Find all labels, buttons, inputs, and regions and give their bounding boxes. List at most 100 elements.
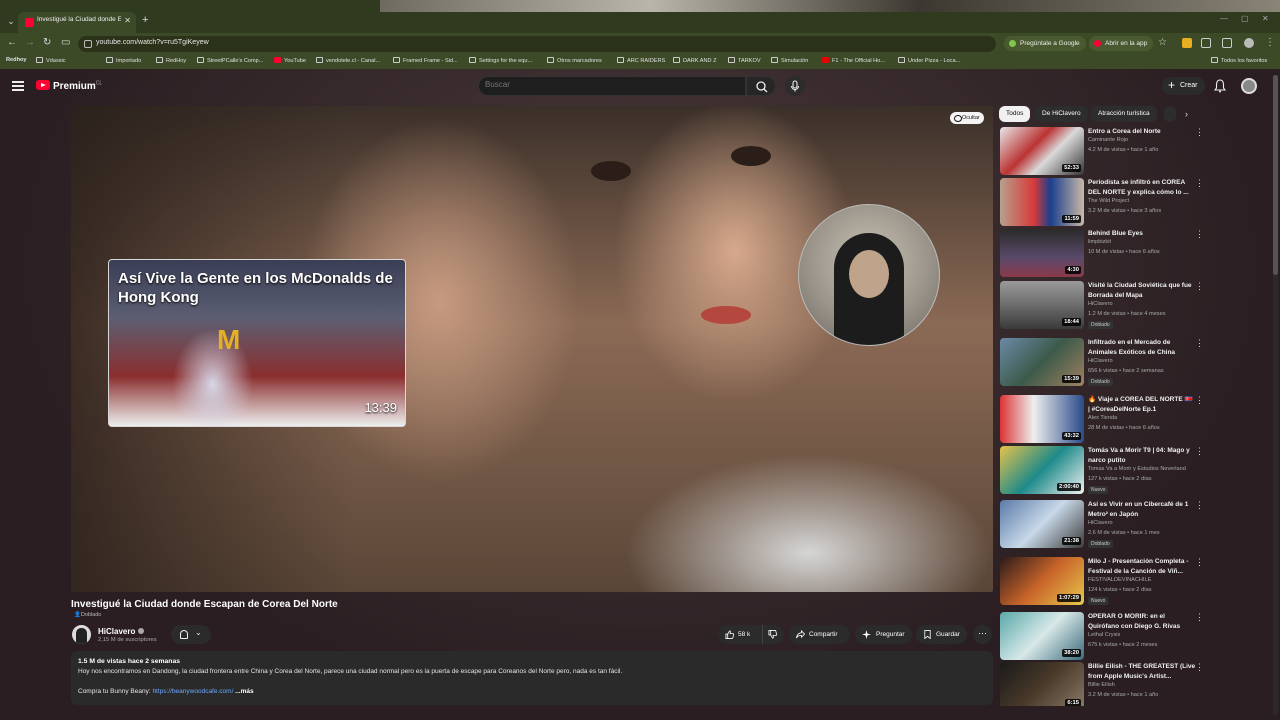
ask-google-button[interactable]: Pregúntale a Google <box>1004 36 1086 51</box>
site-info-icon[interactable] <box>84 40 92 48</box>
youtube-premium-logo[interactable]: PremiumCL <box>36 80 102 92</box>
video-thumbnail[interactable]: 15:39 <box>1000 338 1084 386</box>
search-input[interactable] <box>485 80 735 89</box>
recommended-video[interactable]: 52:33 Entro a Corea del Norte Caminante Ro… <box>1000 127 1205 179</box>
ask-button[interactable]: Preguntar <box>855 625 912 644</box>
video-title[interactable]: Infiltrado en el Mercado de Animales Exó… <box>1088 338 1196 357</box>
video-channel[interactable]: HiClavero <box>1088 301 1113 307</box>
maximize-icon[interactable]: ▢ <box>1241 14 1249 23</box>
video-title[interactable]: Behind Blue Eyes <box>1088 229 1196 239</box>
bookmark-item[interactable]: F1 - The Official Ho... <box>822 57 885 64</box>
video-thumbnail[interactable]: 21:38 <box>1000 500 1084 548</box>
chip-partial[interactable] <box>1164 106 1176 122</box>
extensions-puzzle-icon[interactable] <box>1201 38 1211 48</box>
subscription-notifications-button[interactable]: ⌄ <box>171 625 211 644</box>
video-channel[interactable]: FESTIVALDEVINACHILE <box>1088 577 1151 583</box>
more-options-icon[interactable]: ⋮ <box>1195 558 1204 567</box>
more-options-icon[interactable]: ⋮ <box>1195 501 1204 510</box>
more-options-icon[interactable]: ⋮ <box>1195 663 1204 672</box>
close-tab-icon[interactable]: ✕ <box>124 16 131 25</box>
search-button[interactable] <box>746 76 776 96</box>
video-title[interactable]: Entro a Corea del Norte <box>1088 127 1196 137</box>
recommended-video[interactable]: 11:59 Periodista se infiltró en COREA DEL… <box>1000 178 1205 230</box>
more-options-icon[interactable]: ⋮ <box>1195 179 1204 188</box>
share-button[interactable]: Compartir <box>789 625 850 644</box>
video-thumbnail[interactable]: 18:44 <box>1000 281 1084 329</box>
video-title[interactable]: Visité la Ciudad Soviética que fue Borra… <box>1088 281 1196 300</box>
video-player[interactable]: Ocultar M Así Vive la Gente en los McDon… <box>71 106 993 592</box>
chevron-right-icon[interactable]: › <box>1185 109 1188 119</box>
endscreen-video-card[interactable]: M Así Vive la Gente en los McDonalds de … <box>108 259 406 427</box>
video-thumbnail[interactable]: 4:30 <box>1000 229 1084 277</box>
forward-icon[interactable]: → <box>25 37 35 48</box>
notifications-bell-icon[interactable] <box>1214 79 1226 93</box>
bookmark-folder[interactable]: TARKOV <box>728 57 761 64</box>
page-scrollbar[interactable] <box>1273 75 1278 715</box>
downloads-icon[interactable] <box>1222 38 1232 48</box>
video-channel[interactable]: Tomas Va a Morir y Estudios Neverland <box>1088 466 1186 472</box>
recommended-video[interactable]: 1:07:29 Milo J - Presentación Completa - … <box>1000 557 1205 609</box>
video-thumbnail[interactable]: 38:20 <box>1000 612 1084 660</box>
new-tab-icon[interactable]: + <box>142 14 148 26</box>
close-window-icon[interactable]: ✕ <box>1262 14 1269 23</box>
video-title[interactable]: Billie Eilish - THE GREATEST (Live from … <box>1088 662 1196 681</box>
bookmark-item[interactable]: StreetPCalle's Comp... <box>197 57 263 64</box>
save-button[interactable]: Guardar <box>916 625 967 644</box>
bookmark-item[interactable]: Under Pizza - Loca... <box>898 57 960 64</box>
profile-avatar-icon[interactable] <box>1244 38 1254 48</box>
create-button[interactable]: Crear <box>1162 76 1205 95</box>
dislike-button[interactable] <box>762 625 784 644</box>
video-channel[interactable]: Billie Eilish <box>1088 682 1115 688</box>
video-thumbnail[interactable]: 43:32 <box>1000 395 1084 443</box>
recommended-video[interactable]: 6:15 Billie Eilish - THE GREATEST (Live f… <box>1000 662 1205 706</box>
more-actions-icon[interactable]: ⋯ <box>973 625 992 644</box>
recommended-video[interactable]: 15:39 Infiltrado en el Mercado de Animale… <box>1000 338 1205 390</box>
video-channel[interactable]: HiClavero <box>1088 358 1113 364</box>
account-avatar[interactable] <box>1241 78 1257 94</box>
more-options-icon[interactable]: ⋮ <box>1195 128 1204 137</box>
video-thumbnail[interactable]: 2:00:40 <box>1000 446 1084 494</box>
like-button[interactable]: 58 k <box>718 625 762 644</box>
channel-name[interactable]: HiClavero <box>98 627 145 636</box>
video-title[interactable]: Milo J - Presentación Completa - Festiva… <box>1088 557 1196 576</box>
video-thumbnail[interactable]: 11:59 <box>1000 178 1084 226</box>
bookmark-item[interactable]: vendotele.cl - Canal... <box>316 57 380 64</box>
bookmark-folder[interactable]: Importado <box>106 57 141 64</box>
bookmark-star-icon[interactable]: ☆ <box>1158 37 1167 48</box>
promo-link[interactable]: https://beanywoodcafe.com/ <box>152 688 233 695</box>
video-channel[interactable]: Lethal Crysis <box>1088 632 1120 638</box>
side-panel-icon[interactable]: ▭ <box>61 37 70 48</box>
recommended-video[interactable]: 4:30 Behind Blue Eyes limpbizkit 10 M de vi… <box>1000 229 1205 281</box>
video-channel[interactable]: HiClavero <box>1088 520 1113 526</box>
video-title[interactable]: OPERAR O MORIR: en el Quirófano con Dieg… <box>1088 612 1196 631</box>
bookmark-item[interactable]: Settings for the equ... <box>469 57 532 64</box>
bookmark-item[interactable]: Framed Frame - Sid... <box>393 57 458 64</box>
menu-icon[interactable] <box>12 81 24 93</box>
chip-tourist-attraction[interactable]: Atracción turística <box>1091 106 1157 122</box>
video-channel[interactable]: Caminante Rojo <box>1088 137 1128 143</box>
video-thumbnail[interactable]: 6:15 <box>1000 662 1084 706</box>
bookmark-folder[interactable]: RedHoy <box>156 57 186 64</box>
open-in-app-button[interactable]: Abrir en la app <box>1089 36 1154 51</box>
bookmark-item[interactable]: Vdassic <box>36 57 66 64</box>
bookmark-folder[interactable]: Otros marcadores <box>547 57 602 64</box>
recommended-video[interactable]: 18:44 Visité la Ciudad Soviética que fue … <box>1000 281 1205 333</box>
video-thumbnail[interactable]: 52:33 <box>1000 127 1084 175</box>
video-thumbnail[interactable]: 1:07:29 <box>1000 557 1084 605</box>
voice-search-button[interactable] <box>785 76 805 96</box>
bookmark-folder[interactable]: DARK AND Z <box>673 57 717 64</box>
bookmark-item[interactable]: YouTube <box>274 57 306 64</box>
endscreen-channel-subscribe[interactable] <box>798 204 940 346</box>
video-channel[interactable]: The Wild Project <box>1088 198 1129 204</box>
chip-all[interactable]: Todos <box>999 106 1031 122</box>
video-channel[interactable]: limpbizkit <box>1088 239 1111 245</box>
video-title[interactable]: Así es Vivir en un Cibercafé de 1 Metro²… <box>1088 500 1196 519</box>
recommended-video[interactable]: 21:38 Así es Vivir en un Cibercafé de 1 M… <box>1000 500 1205 552</box>
show-more-button[interactable]: ...más <box>233 688 253 695</box>
extension-icon[interactable] <box>1182 38 1192 48</box>
more-options-icon[interactable]: ⋮ <box>1195 613 1204 622</box>
video-title[interactable]: Tomás Va a Morir T9 | 04: Mago y narco p… <box>1088 446 1196 465</box>
browser-menu-icon[interactable]: ⋮ <box>1265 37 1275 48</box>
more-options-icon[interactable]: ⋮ <box>1195 396 1204 405</box>
video-title[interactable]: 🔥 Viaje a COREA DEL NORTE 🇰🇵 | #CoreaDel… <box>1088 395 1196 414</box>
